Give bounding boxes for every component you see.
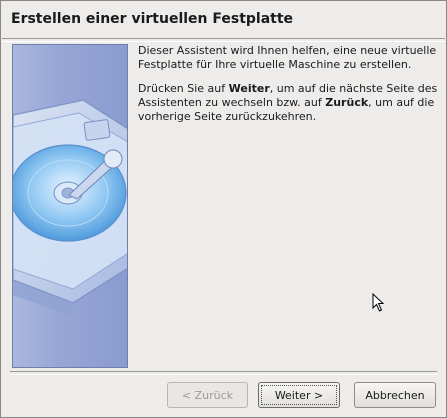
page-title: Erstellen einer virtuellen Festplatte [11,11,294,27]
next-button[interactable]: Weiter > [258,382,340,408]
hard-disk-icon [13,99,127,317]
cancel-button[interactable]: Abbrechen [354,382,436,408]
back-keyword: Zurück [325,96,369,109]
header-divider [2,38,445,42]
next-keyword: Weiter [228,82,270,95]
wizard-dialog: Erstellen einer virtuellen Festplatte Di… [0,0,447,418]
back-button[interactable]: < Zurück [167,382,248,408]
description-text: Dieser Assistent wird Ihnen helfen, eine… [138,44,438,134]
footer-divider [10,371,437,375]
watermark-panel [12,44,128,368]
intro-paragraph: Dieser Assistent wird Ihnen helfen, eine… [138,44,437,71]
navigation-paragraph: Drücken Sie auf Weiter, um auf die nächs… [138,82,438,123]
dialog-header: Erstellen einer virtuellen Festplatte [2,2,445,38]
mouse-cursor-icon [372,293,385,312]
